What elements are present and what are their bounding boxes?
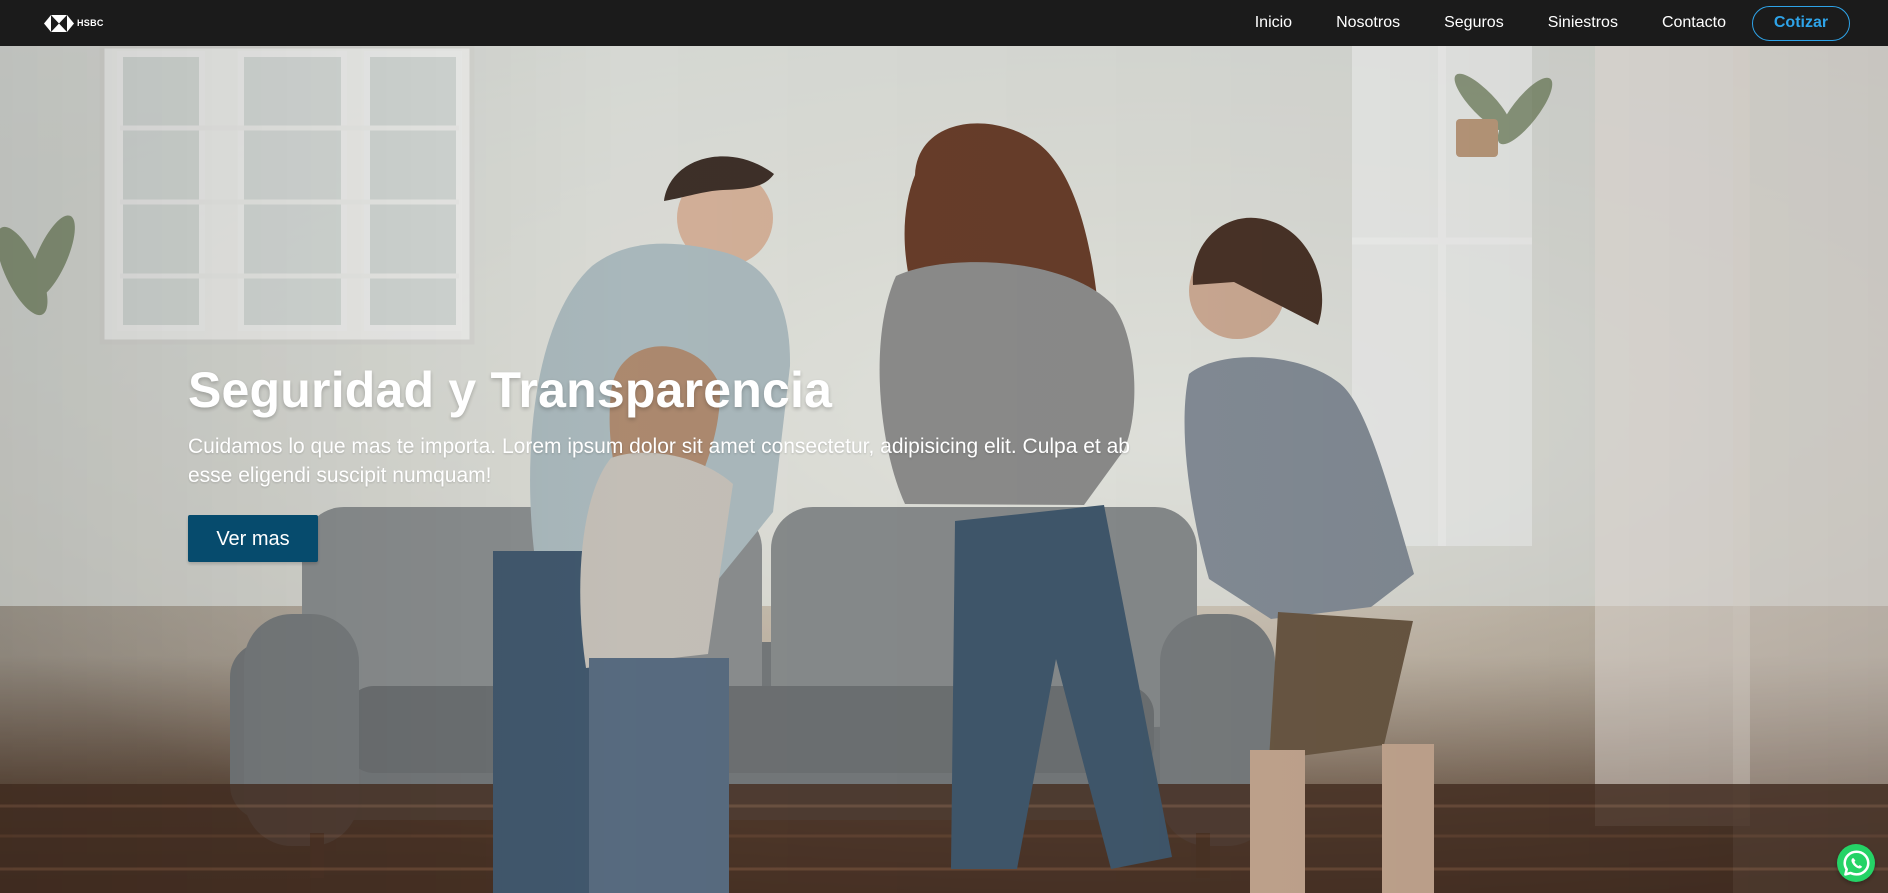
brand-name: HSBC [77,18,104,28]
nav-item-nosotros[interactable]: Nosotros [1336,14,1400,32]
navigation-links: Inicio Nosotros Seguros Siniestros Conta… [1255,5,1850,41]
brand-logo[interactable]: HSBC [44,14,104,32]
hero-description: Cuidamos lo que mas te importa. Lorem ip… [188,435,1130,487]
see-more-button[interactable]: Ver mas [188,515,318,562]
whatsapp-button[interactable] [1837,844,1875,882]
nav-item-seguros[interactable]: Seguros [1444,14,1504,32]
hero-title: Seguridad y Transparencia [188,362,833,418]
top-navigation: HSBC Inicio Nosotros Seguros Siniestros … [0,0,1888,46]
quote-button[interactable]: Cotizar [1752,5,1850,41]
hero-content: Seguridad y Transparencia Cuidamos lo qu… [188,359,1158,562]
hsbc-logo-icon [44,14,74,32]
nav-item-siniestros[interactable]: Siniestros [1548,14,1618,32]
nav-item-contacto[interactable]: Contacto [1662,14,1726,32]
hero-section: Seguridad y Transparencia Cuidamos lo qu… [0,46,1888,893]
whatsapp-icon [1842,849,1870,876]
nav-item-inicio[interactable]: Inicio [1255,14,1292,32]
